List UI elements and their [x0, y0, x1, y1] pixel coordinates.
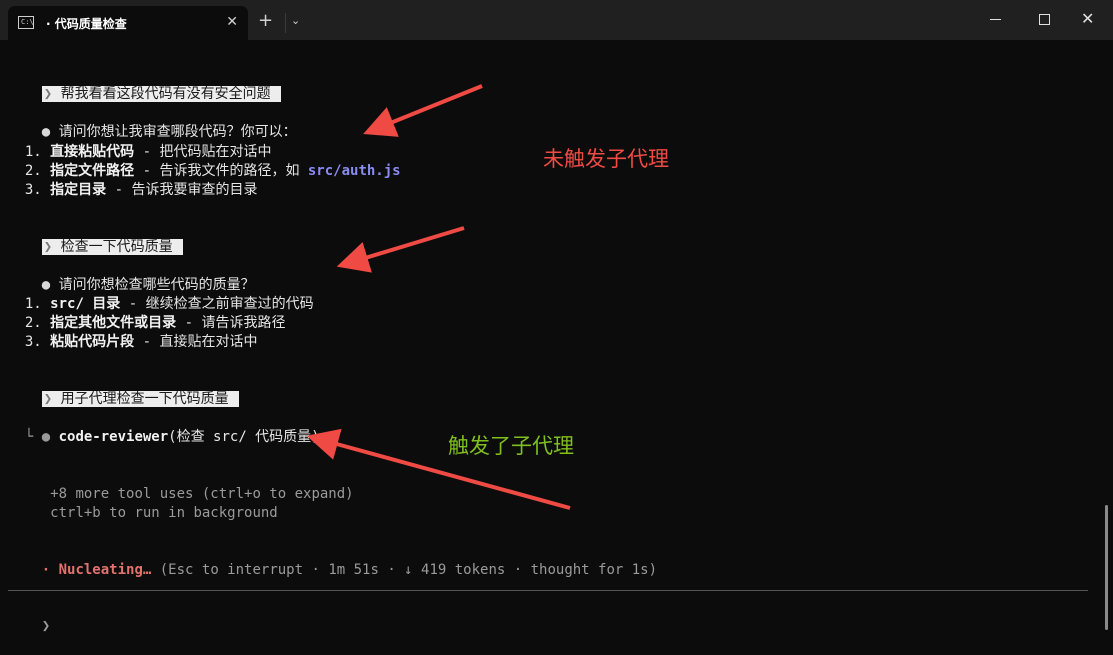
arrow-2 [336, 226, 465, 273]
annotation-triggered: 触发了子代理 [448, 434, 574, 458]
annotation-arrows [306, 84, 571, 510]
arrow-1 [363, 84, 483, 137]
annotation-not-triggered: 未触发子代理 [543, 147, 669, 171]
